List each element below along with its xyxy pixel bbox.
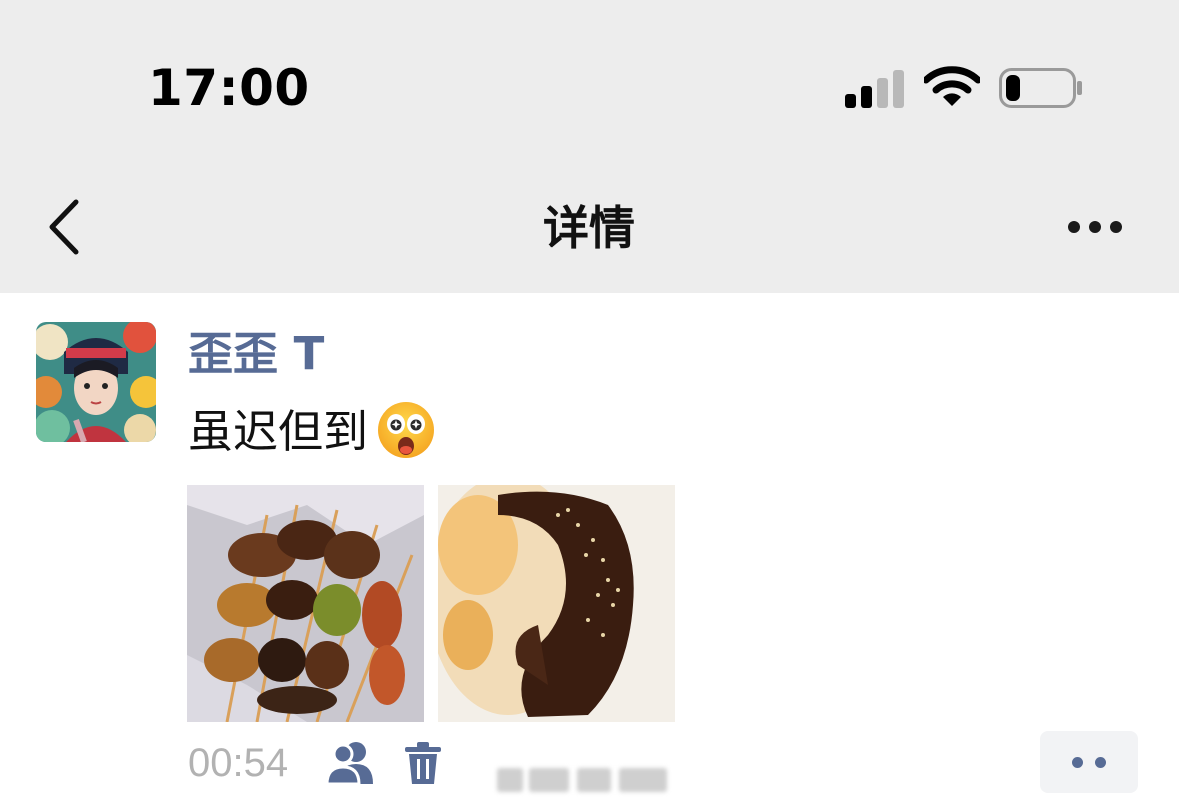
post-text-line: 虽迟但到 xyxy=(188,400,436,463)
more-options-icon[interactable] xyxy=(1060,210,1130,244)
trash-icon[interactable] xyxy=(402,740,444,786)
comment-like-button[interactable] xyxy=(1040,731,1138,793)
photo-grilled-skewers[interactable] xyxy=(187,485,424,722)
people-icon[interactable] xyxy=(325,740,377,786)
post-text: 虽迟但到 xyxy=(188,405,369,458)
battery-icon xyxy=(999,68,1082,108)
avatar[interactable] xyxy=(36,322,156,442)
author-name[interactable]: 歪歪 T xyxy=(188,324,324,384)
back-chevron-icon[interactable] xyxy=(38,198,88,256)
blurred-text xyxy=(497,762,679,798)
page-title: 详情 xyxy=(543,201,635,255)
header-area: 17:00 详情 xyxy=(0,0,1179,293)
post-time: 00:54 xyxy=(188,741,289,785)
wifi-icon xyxy=(924,66,980,106)
cellular-signal-icon xyxy=(845,70,907,108)
photo-grilled-ribs[interactable] xyxy=(438,485,675,722)
status-time: 17:00 xyxy=(148,59,310,117)
starry-eyed-emoji-icon xyxy=(378,402,435,458)
